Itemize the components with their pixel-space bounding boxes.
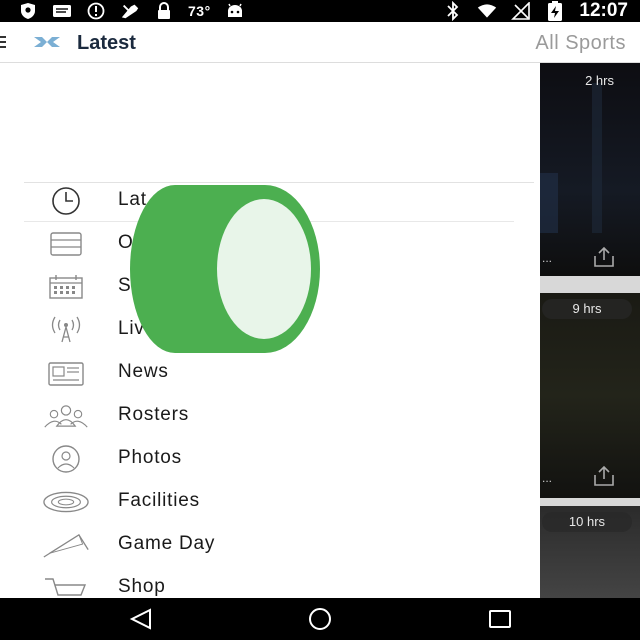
system-nav-bar (0, 598, 640, 640)
app-bar: Latest All Sports (0, 22, 640, 63)
pennant-icon (42, 528, 90, 562)
menu-icon[interactable] (0, 35, 8, 49)
all-sports-button[interactable]: All Sports (535, 32, 626, 55)
drawer-item-label: News (118, 361, 169, 382)
people-icon (42, 399, 90, 433)
alert-circle-icon (86, 2, 106, 20)
shield-icon (18, 2, 38, 20)
share-icon[interactable] (592, 465, 616, 487)
drawer-item-game-day[interactable]: Game Day (24, 524, 524, 567)
feed-card-time: 9 hrs (542, 299, 632, 319)
more-text: ... (542, 251, 553, 265)
more-text: ... (542, 471, 553, 485)
news-feed: 2 hrs ... 9 hrs ... 10 hrs (540, 63, 640, 598)
drawer-item-facilities[interactable]: Facilities (24, 481, 524, 524)
clock-icon (42, 184, 90, 218)
temperature: 73° (188, 3, 211, 19)
sports-icon (120, 2, 140, 20)
no-signal-icon (511, 2, 531, 20)
drawer-item-label: Facilities (118, 490, 200, 511)
feed-card[interactable]: 10 hrs (540, 506, 640, 598)
drawer-item-label: Photos (118, 447, 182, 468)
page-title: Latest (77, 32, 136, 54)
unc-logo-icon (33, 34, 61, 50)
stadium-icon (42, 485, 90, 519)
drawer-item-label: Game Day (118, 533, 216, 554)
message-icon (52, 2, 72, 20)
drawer-item-label: Rosters (118, 404, 190, 425)
drawer-item-photos[interactable]: Photos (24, 438, 524, 481)
share-icon[interactable] (592, 246, 616, 268)
wifi-icon (477, 2, 497, 20)
clock-time: 12:07 (579, 0, 628, 21)
feed-card-time: 2 hrs (585, 73, 614, 88)
status-bar: 73° 12:07 (0, 0, 640, 22)
drawer-item-rosters[interactable]: Rosters (24, 395, 524, 438)
drawer-item-label: Shop (118, 576, 166, 597)
recents-icon[interactable] (487, 608, 513, 630)
home-icon[interactable] (306, 608, 334, 630)
battery-charging-icon (545, 1, 565, 21)
lock-icon (154, 2, 174, 20)
newspaper-icon (42, 356, 90, 390)
stack-icon (42, 227, 90, 261)
back-icon[interactable] (128, 608, 154, 630)
android-icon (225, 2, 245, 20)
cart-icon (42, 571, 90, 598)
feed-card[interactable]: 9 hrs ... (540, 293, 640, 498)
bluetooth-icon (443, 1, 463, 21)
camera-icon (42, 442, 90, 476)
broadcast-icon (42, 313, 90, 347)
drawer-item-news[interactable]: News (24, 352, 524, 395)
feed-card[interactable]: 2 hrs ... (540, 63, 640, 276)
feed-card-time: 10 hrs (542, 512, 632, 532)
drawer-item-shop[interactable]: Shop (24, 567, 524, 598)
green-overlay-shape (130, 185, 320, 353)
calendar-icon (42, 270, 90, 304)
